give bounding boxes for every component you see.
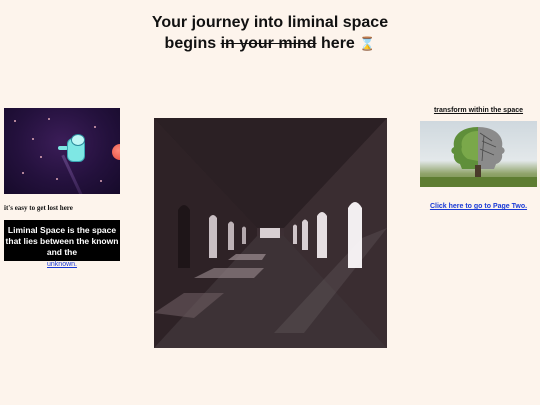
transform-caption: transform within the space bbox=[433, 107, 524, 114]
astronaut-helmet bbox=[71, 134, 85, 146]
planet bbox=[112, 144, 120, 160]
hourglass-icon: ⌛ bbox=[359, 36, 376, 51]
liminal-hallway-image bbox=[154, 118, 387, 348]
title-line-2: begins in your mind here ⌛ bbox=[0, 33, 540, 54]
star bbox=[100, 180, 102, 182]
star bbox=[48, 118, 50, 120]
unknown-link[interactable]: unknown. bbox=[47, 261, 77, 268]
page-two-link[interactable]: Click here to go to Page Two. bbox=[420, 203, 537, 210]
lost-caption: it's easy to get lost here bbox=[4, 204, 73, 212]
star bbox=[94, 126, 96, 128]
star bbox=[32, 138, 34, 140]
star bbox=[14, 120, 16, 122]
star bbox=[22, 172, 24, 174]
title-struck-text: in your mind bbox=[220, 35, 317, 52]
title-here: here bbox=[321, 35, 355, 52]
page-title: Your journey into liminal space begins i… bbox=[0, 12, 540, 54]
space-astronaut-image bbox=[4, 108, 120, 194]
head-tree-image bbox=[420, 121, 537, 187]
star bbox=[40, 156, 42, 158]
star bbox=[56, 178, 58, 180]
title-line-1: Your journey into liminal space bbox=[151, 14, 389, 31]
definition-text: Liminal Space is the space that lies bet… bbox=[5, 225, 119, 257]
title-begins: begins bbox=[164, 35, 217, 52]
definition-box: Liminal Space is the space that lies bet… bbox=[4, 220, 120, 268]
